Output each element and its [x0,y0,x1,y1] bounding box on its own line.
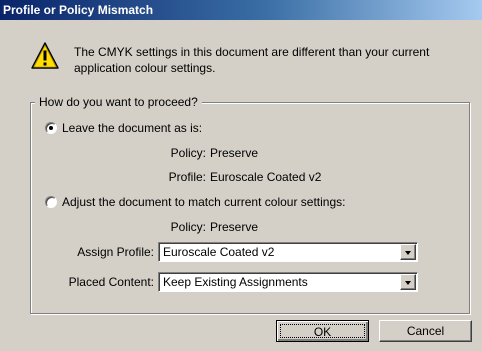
adjust-document-radio[interactable] [45,195,57,208]
title-bar: Profile or Policy Mismatch [0,0,482,20]
leave-policy-label: Policy: [170,146,206,160]
ok-button[interactable]: OK [276,320,369,342]
assign-profile-dropdown-button[interactable] [400,244,416,260]
placed-content-select[interactable]: Keep Existing Assignments [158,272,418,292]
cancel-button-label: Cancel [406,324,445,338]
leave-document-option[interactable]: Leave the document as is: [45,121,202,135]
adjust-policy-value: Preserve [210,220,259,234]
placed-content-dropdown-button[interactable] [400,274,416,290]
cancel-button[interactable]: Cancel [379,320,472,342]
leave-profile-label: Profile: [168,170,206,184]
leave-document-radio[interactable] [45,121,57,134]
ok-button-label: OK [280,324,365,339]
assign-profile-label: Assign Profile: [77,245,154,259]
leave-document-label: Leave the document as is: [62,121,203,135]
warning-icon [31,42,59,69]
window-title: Profile or Policy Mismatch [3,3,154,17]
adjust-document-option[interactable]: Adjust the document to match current col… [45,195,345,209]
proceed-group-legend: How do you want to proceed? [35,95,202,109]
leave-policy-value: Preserve [210,146,259,160]
adjust-policy-label: Policy: [170,220,206,234]
leave-profile-value: Euroscale Coated v2 [210,170,322,184]
placed-content-value: Keep Existing Assignments [163,275,308,289]
mismatch-message: The CMYK settings in this document are d… [74,45,430,75]
placed-content-label: Placed Content: [68,275,154,289]
assign-profile-value: Euroscale Coated v2 [163,245,275,259]
assign-profile-select[interactable]: Euroscale Coated v2 [158,242,418,262]
mismatch-dialog: Profile or Policy Mismatch The CMYK sett… [0,0,482,351]
adjust-document-label: Adjust the document to match current col… [62,195,346,209]
